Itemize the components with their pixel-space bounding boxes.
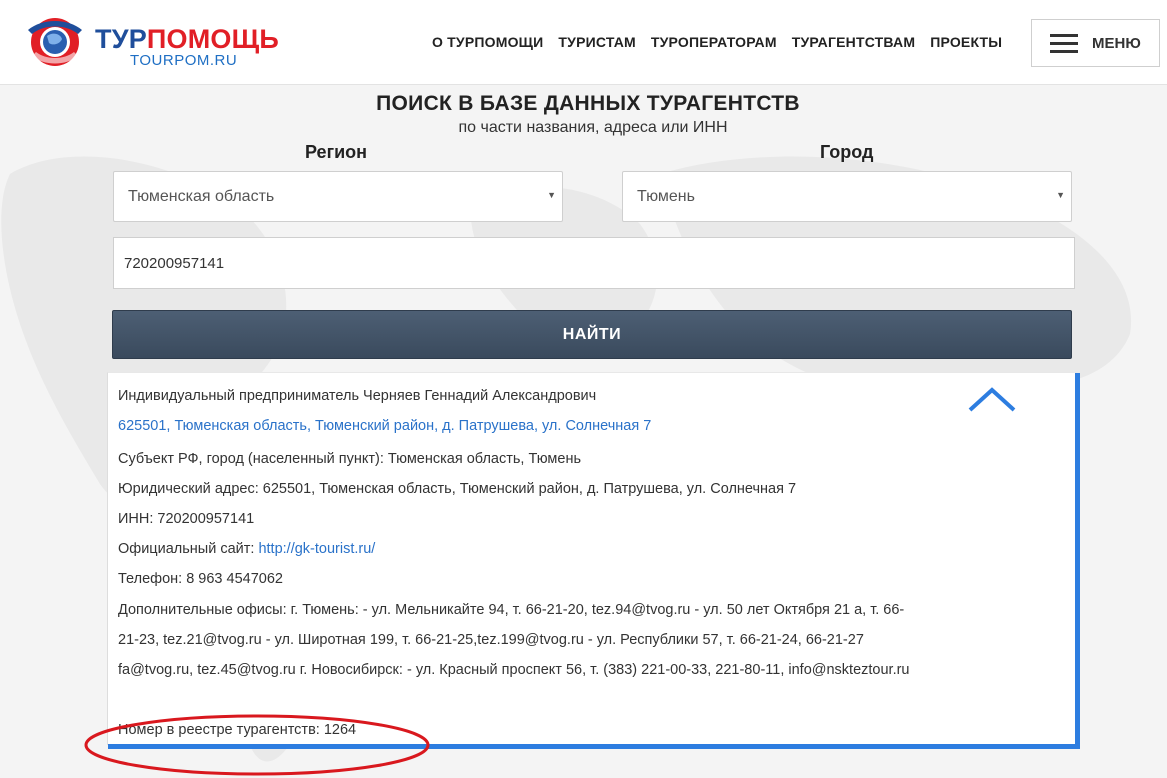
region-select[interactable]: Тюменская область ▼ [113, 171, 563, 222]
nav-about[interactable]: О ТУРПОМОЩИ [432, 34, 543, 50]
logo-part2: ПОМОЩЬ [146, 24, 279, 54]
search-section: ПОИСК В БАЗЕ ДАННЫХ ТУРАГЕНТСТВ по части… [0, 84, 1167, 776]
menu-button-label: МЕНЮ [1092, 35, 1141, 52]
select-caret-icon: ▼ [547, 190, 556, 200]
result-site: Официальный сайт: http://gk-tourist.ru/ [118, 541, 375, 557]
result-org-name: Индивидуальный предприниматель Черняев Г… [118, 388, 597, 404]
nav-tourists[interactable]: ТУРИСТАМ [558, 34, 635, 50]
main-nav: О ТУРПОМОЩИ ТУРИСТАМ ТУРОПЕРАТОРАМ ТУРАГ… [432, 34, 1002, 50]
result-subject: Субъект РФ, город (населенный пункт): Тю… [118, 451, 582, 467]
logo-part1: ТУР [95, 24, 147, 54]
nav-projects[interactable]: ПРОЕКТЫ [930, 34, 1002, 50]
chevron-up-icon[interactable] [966, 384, 1018, 416]
find-button[interactable]: НАЙТИ [112, 310, 1072, 359]
nav-travel-agencies[interactable]: ТУРАГЕНТСТВАМ [792, 34, 916, 50]
nav-touroperators[interactable]: ТУРОПЕРАТОРАМ [651, 34, 777, 50]
result-card-accent-right [1075, 373, 1080, 748]
select-caret-icon: ▼ [1056, 190, 1065, 200]
region-select-value: Тюменская область [128, 188, 275, 205]
region-label: Регион [305, 142, 367, 162]
burger-menu-icon [1050, 34, 1078, 54]
menu-button[interactable]: МЕНЮ [1031, 19, 1160, 67]
result-offices: Дополнительные офисы: г. Тюмень: - ул. М… [118, 602, 910, 678]
site-header: ТУРПОМОЩЬ TOURPOM.RU О ТУРПОМОЩИ ТУРИСТА… [0, 0, 1167, 85]
logo-text[interactable]: ТУРПОМОЩЬ [95, 25, 279, 53]
page-title: ПОИСК В БАЗЕ ДАННЫХ ТУРАГЕНТСТВ [376, 92, 800, 115]
result-inn: ИНН: 720200957141 [118, 511, 255, 527]
result-site-label: Официальный сайт: [118, 541, 259, 557]
city-select[interactable]: Тюмень ▼ [622, 171, 1072, 222]
search-input[interactable] [113, 237, 1075, 289]
result-address-link[interactable]: 625501, Тюменская область, Тюменский рай… [118, 418, 651, 434]
logo-subtitle: TOURPOM.RU [130, 52, 238, 69]
result-legal-address: Юридический адрес: 625501, Тюменская обл… [118, 481, 797, 497]
highlight-ellipse [84, 714, 430, 776]
logo-globe-icon[interactable] [22, 12, 88, 70]
result-phone: Телефон: 8 963 4547062 [118, 571, 283, 587]
city-select-value: Тюмень [637, 188, 695, 205]
page-subtitle: по части названия, адреса или ИНН [458, 119, 728, 136]
city-label: Город [820, 142, 874, 162]
result-site-link[interactable]: http://gk-tourist.ru/ [258, 541, 375, 557]
